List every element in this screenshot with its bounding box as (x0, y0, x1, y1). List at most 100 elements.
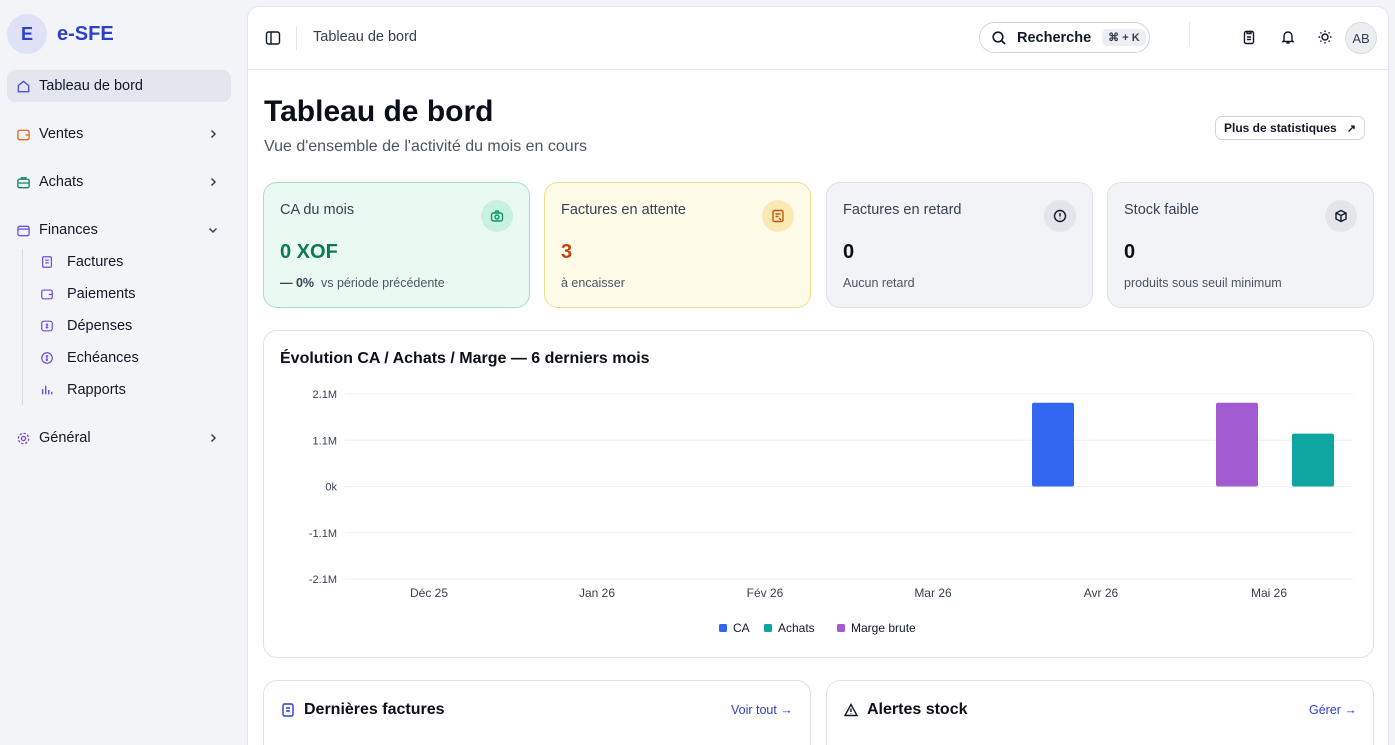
x-tick-label: Fév 26 (747, 586, 784, 600)
y-tick-label: 1.1M (313, 435, 337, 447)
more-stats-button[interactable]: Plus de statistiques ↗ (1215, 116, 1365, 140)
brand-name: e-SFE (57, 22, 114, 45)
sidebar-item-tableau-de-bord[interactable]: Tableau de bord (7, 70, 231, 102)
kpi-note-text: vs période précédente (321, 276, 445, 290)
avatar[interactable]: AB (1345, 22, 1377, 54)
search-button[interactable]: Recherche ⌘ + K (979, 22, 1150, 53)
kpi-card-factures-attente[interactable]: Factures en attente 3 à encaisser (544, 182, 811, 308)
chart-bar (1032, 402, 1074, 487)
kpi-card-ca[interactable]: CA du mois 0 XOF — 0% vs période précéde… (263, 182, 530, 308)
sidebar-subitem-label: Echéances (67, 350, 139, 366)
brand[interactable]: E e-SFE (7, 14, 114, 54)
search-shortcut: ⌘ + K (1102, 29, 1146, 46)
sidebar-subitem-label: Paiements (67, 286, 136, 302)
topbar-divider (296, 26, 297, 50)
y-tick-label: -1.1M (309, 528, 337, 540)
sidebar-item-general[interactable]: Général (7, 422, 231, 454)
chevron-right-icon (205, 174, 221, 190)
sidebar-item-label: Ventes (39, 126, 84, 142)
more-stats-label: Plus de statistiques (1224, 121, 1337, 135)
briefcase-icon (16, 175, 31, 190)
sidebar-item-label: Finances (39, 222, 98, 238)
warning-icon (843, 702, 859, 718)
legend-swatch (719, 624, 727, 632)
sidebar-subitem-factures[interactable]: Factures (36, 250, 123, 274)
sidebar-subitem-label: Dépenses (67, 318, 133, 334)
legend-swatch (764, 624, 772, 632)
sidebar-subitem-paiements[interactable]: Paiements (36, 282, 136, 306)
y-tick-label: -2.1M (309, 574, 337, 586)
x-tick-label: Jan 26 (579, 586, 615, 600)
card-title: Alertes stock (867, 701, 968, 718)
package-icon (1325, 200, 1357, 232)
legend-label: Achats (778, 621, 815, 635)
sidebar-subitem-rapports[interactable]: Rapports (36, 378, 126, 402)
main-panel: Tableau de bord Recherche ⌘ + K AB Table… (247, 6, 1389, 745)
kpi-note: Aucun retard (843, 276, 915, 290)
brand-logo: E (7, 14, 47, 54)
chevron-right-icon (205, 430, 221, 446)
wallet-icon (39, 286, 55, 302)
view-all-link[interactable]: Voir tout → (731, 703, 793, 717)
topbar-divider (1189, 22, 1190, 46)
invoice-icon (39, 254, 55, 270)
clipboard-icon[interactable] (1240, 28, 1258, 46)
chart-card: Évolution CA / Achats / Marge — 6 dernie… (263, 330, 1374, 658)
page-title: Tableau de bord (264, 95, 494, 128)
wallet-icon (16, 127, 31, 142)
chart-bar (1216, 402, 1258, 487)
sidebar-toggle-icon[interactable] (264, 29, 282, 47)
legend-label: Marge brute (851, 621, 916, 635)
chevron-right-icon (205, 126, 221, 142)
page-subtitle: Vue d'ensemble de l'activité du mois en … (264, 138, 588, 155)
gear-icon (16, 431, 31, 446)
breadcrumb: Tableau de bord (313, 29, 417, 45)
sidebar-item-achats[interactable]: Achats (7, 166, 231, 198)
x-tick-label: Avr 26 (1084, 586, 1119, 600)
search-label: Recherche (1017, 29, 1092, 46)
stock-alerts-card: Alertes stock Gérer → (826, 680, 1374, 745)
camera-money-icon (481, 200, 513, 232)
manage-link[interactable]: Gérer → (1309, 703, 1357, 717)
kpi-label: Factures en retard (843, 202, 962, 218)
search-icon (991, 30, 1007, 46)
revenue-chart: 2.1M 1.1M 0k -1.1M -2.1M Déc 25 Jan 26 Fév 26 Ma… (309, 389, 1353, 635)
legend-swatch (837, 624, 845, 632)
sidebar-subitem-label: Factures (67, 254, 124, 270)
finance-icon (16, 223, 31, 238)
x-tick-label: Déc 25 (410, 586, 448, 600)
kpi-card-stock-faible[interactable]: Stock faible 0 produits sous seuil minim… (1107, 182, 1374, 308)
x-tick-label: Mar 26 (914, 586, 952, 600)
sidebar-subitem-label: Rapports (67, 382, 126, 398)
legend-label: CA (733, 621, 750, 635)
sidebar-item-label: Achats (39, 174, 84, 190)
home-icon (16, 79, 31, 94)
sidebar-item-label: Tableau de bord (39, 78, 143, 94)
bell-icon[interactable] (1279, 28, 1297, 46)
y-tick-label: 0k (325, 482, 337, 494)
chevron-down-icon (205, 222, 221, 238)
latest-invoices-card: Dernières factures Voir tout → (263, 680, 811, 745)
kpi-value: 3 (561, 241, 573, 263)
sun-icon[interactable] (1316, 28, 1334, 46)
expense-icon (39, 318, 55, 334)
sidebar-item-ventes[interactable]: Ventes (7, 118, 231, 150)
arrow-up-right-icon: ↗ (1346, 122, 1356, 135)
bar-chart-icon (39, 382, 55, 398)
subnav-divider (22, 249, 23, 405)
sidebar-subitem-depenses[interactable]: Dépenses (36, 314, 132, 338)
sidebar-subitem-echeances[interactable]: Echéances (36, 346, 139, 370)
topbar: Tableau de bord Recherche ⌘ + K AB (248, 7, 1388, 70)
receipt-icon (762, 200, 794, 232)
kpi-label: Stock faible (1124, 202, 1199, 218)
kpi-value: 0 (1124, 241, 1136, 263)
kpi-note: produits sous seuil minimum (1124, 276, 1282, 290)
kpi-value: 0 XOF (280, 241, 338, 263)
sidebar: E e-SFE Tableau de bord Ventes Achats Fi… (0, 0, 246, 745)
sidebar-item-finances[interactable]: Finances (7, 214, 231, 246)
kpi-card-factures-retard[interactable]: Factures en retard 0 Aucun retard (826, 182, 1093, 308)
kpi-label: CA du mois (280, 202, 355, 218)
dollar-circle-icon (39, 350, 55, 366)
sidebar-item-label: Général (39, 430, 91, 446)
invoice-icon (280, 702, 296, 718)
